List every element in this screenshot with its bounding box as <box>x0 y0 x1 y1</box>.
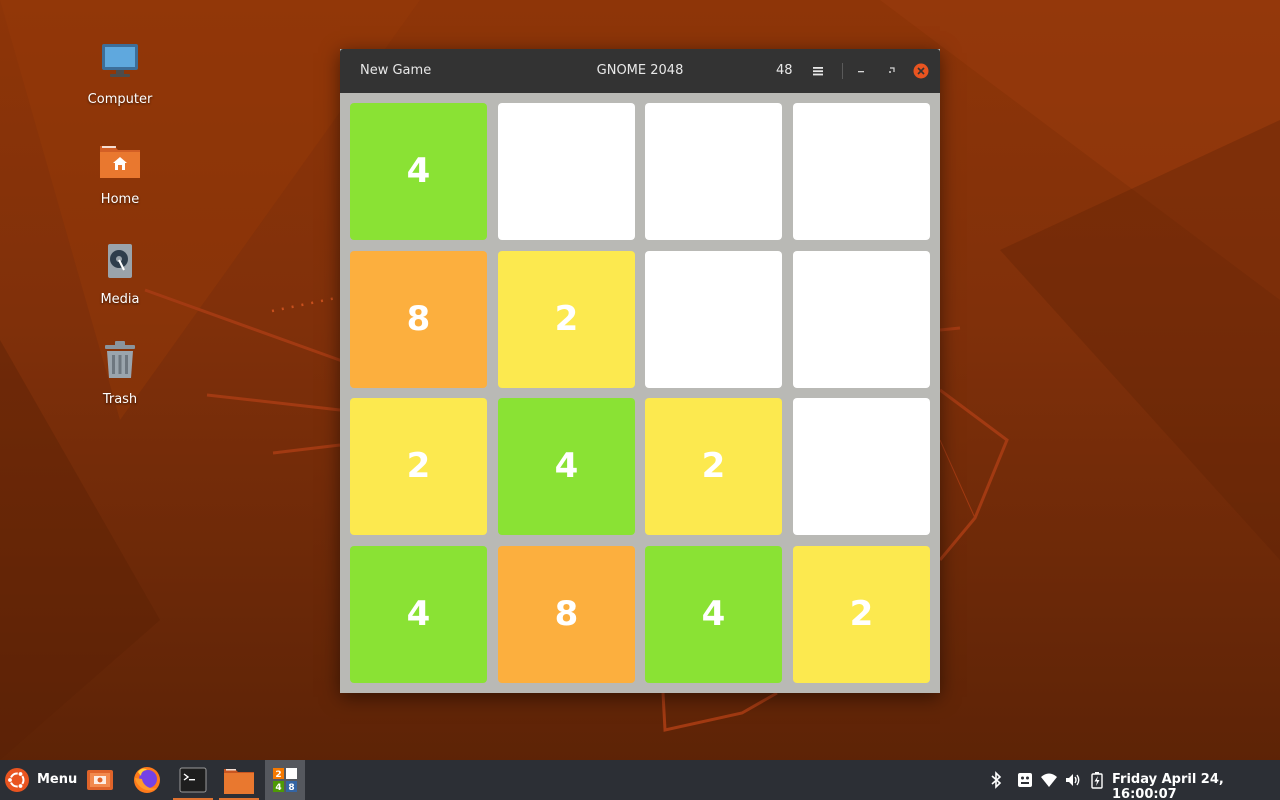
tile-2: 2 <box>350 398 487 535</box>
tile-2: 2 <box>793 546 930 683</box>
ubuntu-logo-icon <box>5 768 29 792</box>
home-folder-icon <box>100 146 140 178</box>
taskbar-app-terminal[interactable] <box>173 760 213 800</box>
game-window: New Game GNOME 2048 48 4 8 2 2 4 2 4 8 4… <box>340 49 940 693</box>
minimize-button[interactable] <box>852 62 870 80</box>
taskbar-app-screenshot[interactable] <box>80 760 120 800</box>
empty-tile <box>793 103 930 240</box>
firefox-icon <box>134 767 160 793</box>
empty-tile <box>645 103 782 240</box>
volume-icon <box>1066 774 1080 786</box>
hamburger-menu-button[interactable] <box>808 61 828 81</box>
empty-tile <box>793 251 930 388</box>
close-button[interactable] <box>912 62 930 80</box>
clock[interactable]: Friday April 24, 16:00:07 <box>1112 772 1280 800</box>
desktop-icon-media[interactable]: Media <box>80 240 160 307</box>
tile-2: 2 <box>498 251 635 388</box>
trash-icon <box>105 341 135 378</box>
empty-tile <box>498 103 635 240</box>
start-menu-button[interactable]: Menu <box>2 764 78 796</box>
taskbar: Menu 2 4 8 Friday April 24, 16:00:07 <box>0 760 1280 800</box>
tile-4: 4 <box>350 546 487 683</box>
desktop-icon-label: Media <box>100 292 140 307</box>
maximize-button[interactable] <box>882 62 900 80</box>
desktop-icon-trash[interactable]: Trash <box>80 340 160 407</box>
taskbar-app-gnome-2048[interactable]: 2 4 8 <box>265 760 305 800</box>
desktop-icon-computer[interactable]: Computer <box>80 40 160 107</box>
desktop-icon-home[interactable]: Home <box>80 140 160 207</box>
tile-4: 4 <box>645 546 782 683</box>
title-bar[interactable]: New Game GNOME 2048 48 <box>340 49 940 93</box>
desktop-icon-label: Trash <box>102 392 138 407</box>
bluetooth-icon <box>991 771 1002 789</box>
svg-text:2: 2 <box>275 770 281 780</box>
score-display: 48 <box>776 63 793 78</box>
tile-2: 2 <box>645 398 782 535</box>
tile-4: 4 <box>350 103 487 240</box>
tile-8: 8 <box>498 546 635 683</box>
desktop-icon-label: Computer <box>87 92 153 107</box>
battery-charging-icon <box>1091 772 1103 789</box>
input-method-icon <box>1018 773 1032 787</box>
tray-keyboard[interactable] <box>1015 770 1035 790</box>
desktop-icon-label: Home <box>100 192 140 207</box>
titlebar-separator <box>842 63 843 79</box>
gnome-2048-icon: 2 4 8 <box>273 768 297 793</box>
hamburger-menu-icon <box>813 67 823 76</box>
taskbar-app-firefox[interactable] <box>127 760 167 800</box>
new-game-button[interactable]: New Game <box>352 58 439 84</box>
tray-battery[interactable] <box>1087 770 1107 790</box>
empty-tile <box>645 251 782 388</box>
menu-label: Menu <box>37 772 78 787</box>
tile-8: 8 <box>350 251 487 388</box>
media-drive-icon <box>108 244 132 278</box>
computer-icon <box>102 44 138 77</box>
tray-bluetooth[interactable] <box>986 770 1006 790</box>
svg-text:8: 8 <box>288 783 294 793</box>
files-folder-icon <box>224 769 254 794</box>
close-icon <box>913 63 929 79</box>
empty-tile <box>793 398 930 535</box>
game-board[interactable]: 4822424842 <box>350 103 930 683</box>
wifi-icon <box>1041 773 1057 787</box>
tile-4: 4 <box>498 398 635 535</box>
screenshot-app-icon <box>87 770 113 790</box>
svg-text:4: 4 <box>275 783 281 793</box>
tray-network[interactable] <box>1039 770 1059 790</box>
taskbar-app-files[interactable] <box>219 760 259 800</box>
tray-volume[interactable] <box>1063 770 1083 790</box>
minimize-icon <box>858 71 864 73</box>
terminal-icon <box>179 767 207 793</box>
maximize-icon <box>889 67 895 73</box>
